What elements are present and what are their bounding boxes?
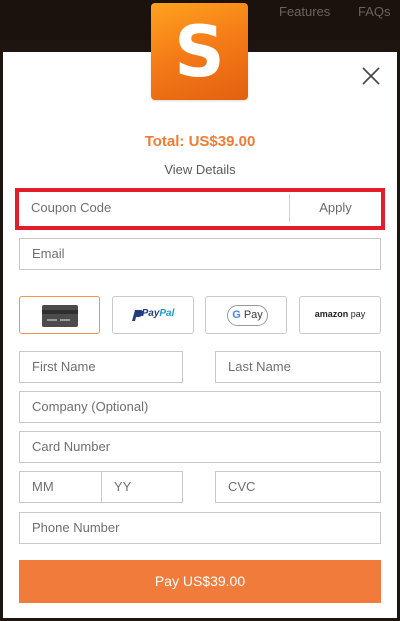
phone-placeholder: Phone Number	[32, 520, 120, 535]
apply-coupon-button[interactable]: Apply	[290, 192, 381, 224]
pay-button[interactable]: Pay US$39.00	[19, 560, 381, 603]
email-placeholder: Email	[32, 246, 65, 261]
nav-features-link[interactable]: Features	[279, 4, 330, 19]
amazon-pay-text: pay	[350, 309, 366, 319]
card-number-field[interactable]: Card Number	[19, 431, 381, 463]
first-name-field[interactable]: First Name	[19, 351, 183, 383]
paypal-pay-text: Pay	[141, 308, 160, 319]
gpay-label: Pay	[243, 309, 263, 321]
payment-card-option[interactable]	[19, 296, 100, 334]
card-icon	[42, 305, 78, 327]
company-placeholder: Company (Optional)	[32, 399, 149, 414]
company-field[interactable]: Company (Optional)	[19, 391, 381, 423]
last-name-field[interactable]: Last Name	[215, 351, 381, 383]
logo-letter: S	[174, 11, 224, 93]
phone-number-field[interactable]: Phone Number	[19, 512, 381, 544]
payment-amazon-pay-option[interactable]: amazon pay	[299, 296, 381, 334]
card-number-placeholder: Card Number	[32, 439, 111, 454]
last-name-placeholder: Last Name	[228, 359, 291, 374]
order-total: Total: US$39.00	[144, 133, 256, 150]
cvc-placeholder: CVC	[228, 479, 256, 494]
expiry-year-field[interactable]: YY	[101, 471, 183, 503]
paypal-pal-text: Pal	[159, 308, 175, 319]
first-name-placeholder: First Name	[32, 359, 96, 374]
coupon-code-input[interactable]: Coupon Code	[19, 192, 289, 224]
amazon-pay-icon: amazon pay	[300, 309, 380, 319]
view-details-link[interactable]: View Details	[0, 162, 400, 177]
mm-placeholder: MM	[32, 479, 54, 494]
payment-gpay-option[interactable]: G Pay	[205, 296, 287, 334]
nav-faqs-link[interactable]: FAQs	[358, 4, 391, 19]
yy-placeholder: YY	[114, 479, 132, 494]
app-logo-icon: S	[151, 3, 248, 100]
close-icon[interactable]	[360, 65, 382, 87]
payment-paypal-option[interactable]: PayPal	[112, 296, 194, 334]
expiry-month-field[interactable]: MM	[19, 471, 102, 503]
email-field[interactable]: Email	[19, 238, 381, 270]
cvc-field[interactable]: CVC	[215, 471, 381, 503]
gpay-icon: G Pay	[227, 305, 268, 326]
amazon-brand-text: amazon	[314, 309, 349, 319]
gpay-g-text: G	[232, 309, 241, 321]
